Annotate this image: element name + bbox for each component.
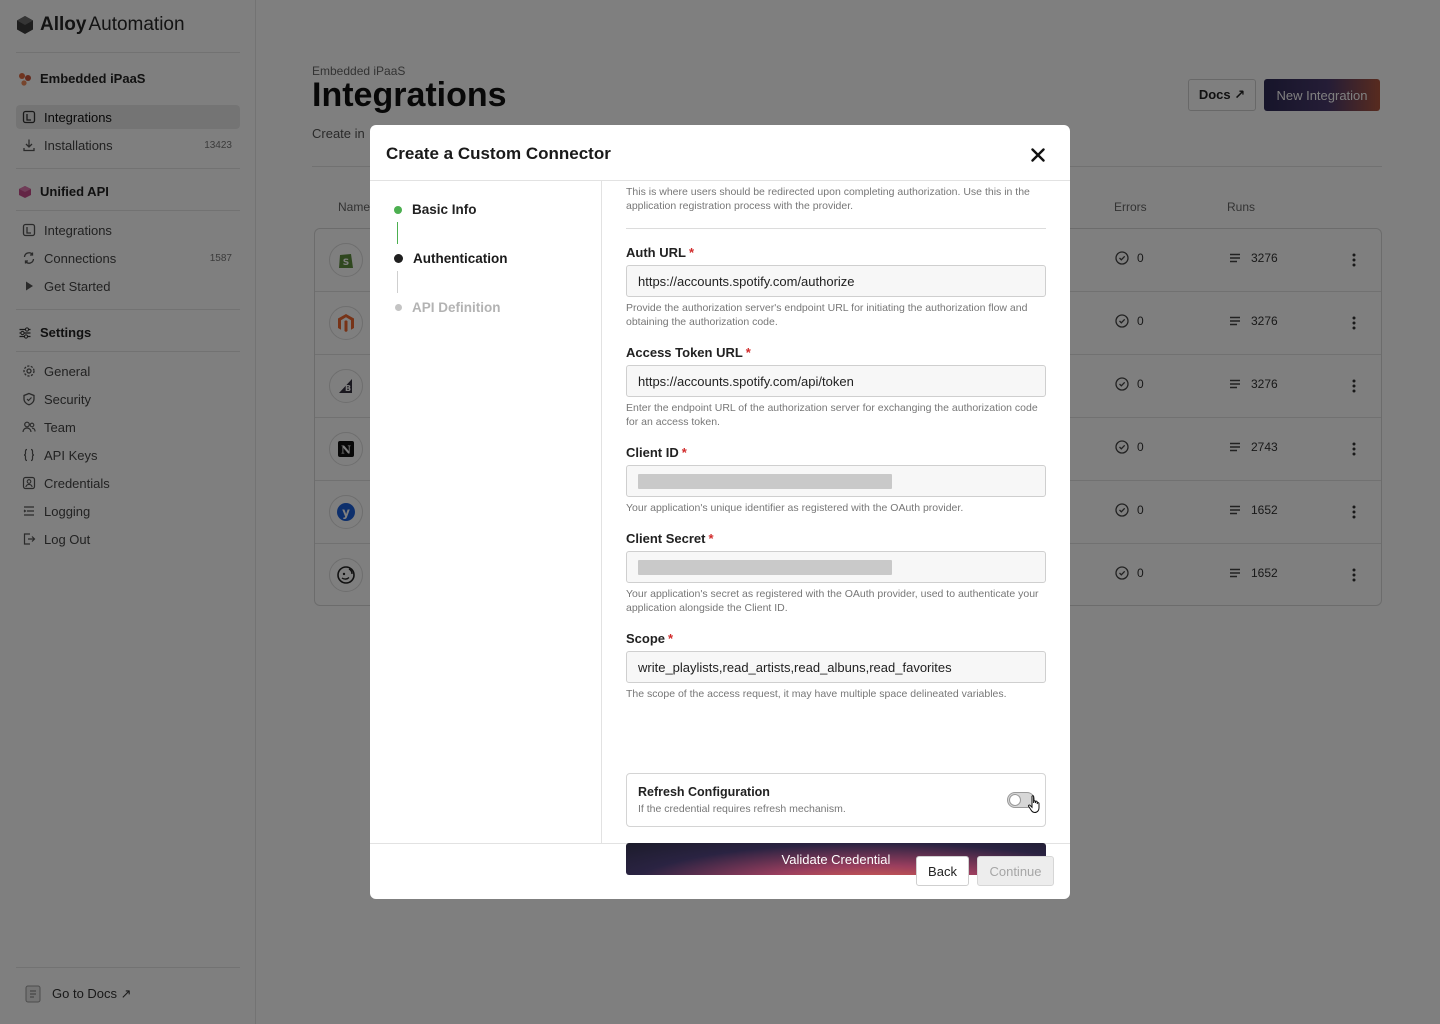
modal-header-divider	[370, 180, 1070, 181]
required-mark: *	[688, 245, 694, 260]
client-secret-label-text: Client Secret	[626, 531, 706, 546]
step-label: Basic Info	[412, 202, 477, 217]
modal-column-divider	[601, 181, 602, 843]
auth-url-label: Auth URL *	[626, 245, 694, 260]
hand-pointer-icon	[1027, 795, 1040, 813]
required-mark: *	[668, 631, 674, 646]
required-mark: *	[681, 445, 687, 460]
client-secret-help: Your application's secret as registered …	[626, 588, 1039, 614]
refresh-title: Refresh Configuration	[638, 785, 770, 799]
step-current-indicator	[394, 254, 403, 263]
step-connector	[397, 222, 398, 244]
auth-url-help: Provide the authorization server's endpo…	[626, 302, 1028, 328]
scope-label-text: Scope	[626, 631, 666, 646]
step-basic-info[interactable]: Basic Info	[394, 202, 477, 217]
auth-url-input[interactable]: https://accounts.spotify.com/authorize	[626, 265, 1046, 297]
step-label: API Definition	[412, 300, 501, 315]
token-url-input[interactable]: https://accounts.spotify.com/api/token	[626, 365, 1046, 397]
token-url-label-text: Access Token URL	[626, 345, 743, 360]
toggle-knob	[1009, 794, 1021, 806]
token-url-label: Access Token URL *	[626, 345, 751, 360]
step-label: Authentication	[413, 251, 508, 266]
step-pending-indicator	[395, 304, 402, 311]
back-button[interactable]: Back	[916, 856, 969, 886]
modal-title: Create a Custom Connector	[386, 144, 611, 163]
client-id-input[interactable]	[626, 465, 1046, 497]
client-secret-input[interactable]	[626, 551, 1046, 583]
section-divider	[626, 228, 1046, 229]
auth-url-label-text: Auth URL	[626, 245, 686, 260]
masked-value	[638, 473, 892, 489]
refresh-help: If the credential requires refresh mecha…	[638, 803, 846, 815]
client-id-help: Your application's unique identifier as …	[626, 502, 964, 514]
scope-help: The scope of the access request, it may …	[626, 688, 1007, 700]
client-id-label-text: Client ID	[626, 445, 679, 460]
continue-button[interactable]: Continue	[977, 856, 1054, 886]
client-id-label: Client ID *	[626, 445, 687, 460]
client-secret-label: Client Secret *	[626, 531, 714, 546]
redirect-url-help: This is where users should be redirected…	[626, 186, 1030, 212]
masked-value	[638, 559, 892, 575]
token-url-help: Enter the endpoint URL of the authorizat…	[626, 402, 1038, 428]
step-complete-indicator	[394, 205, 402, 214]
custom-connector-modal: Create a Custom Connector Basic Info Aut…	[370, 125, 1070, 899]
scope-label: Scope *	[626, 631, 673, 646]
step-connector	[397, 271, 398, 293]
required-mark: *	[708, 531, 714, 546]
step-authentication[interactable]: Authentication	[394, 251, 508, 266]
required-mark: *	[745, 345, 751, 360]
refresh-configuration-card: Refresh Configuration If the credential …	[626, 773, 1046, 827]
step-api-definition[interactable]: API Definition	[394, 300, 501, 315]
close-icon[interactable]	[1026, 143, 1050, 167]
scope-input[interactable]: write_playlists,read_artists,read_albuns…	[626, 651, 1046, 683]
